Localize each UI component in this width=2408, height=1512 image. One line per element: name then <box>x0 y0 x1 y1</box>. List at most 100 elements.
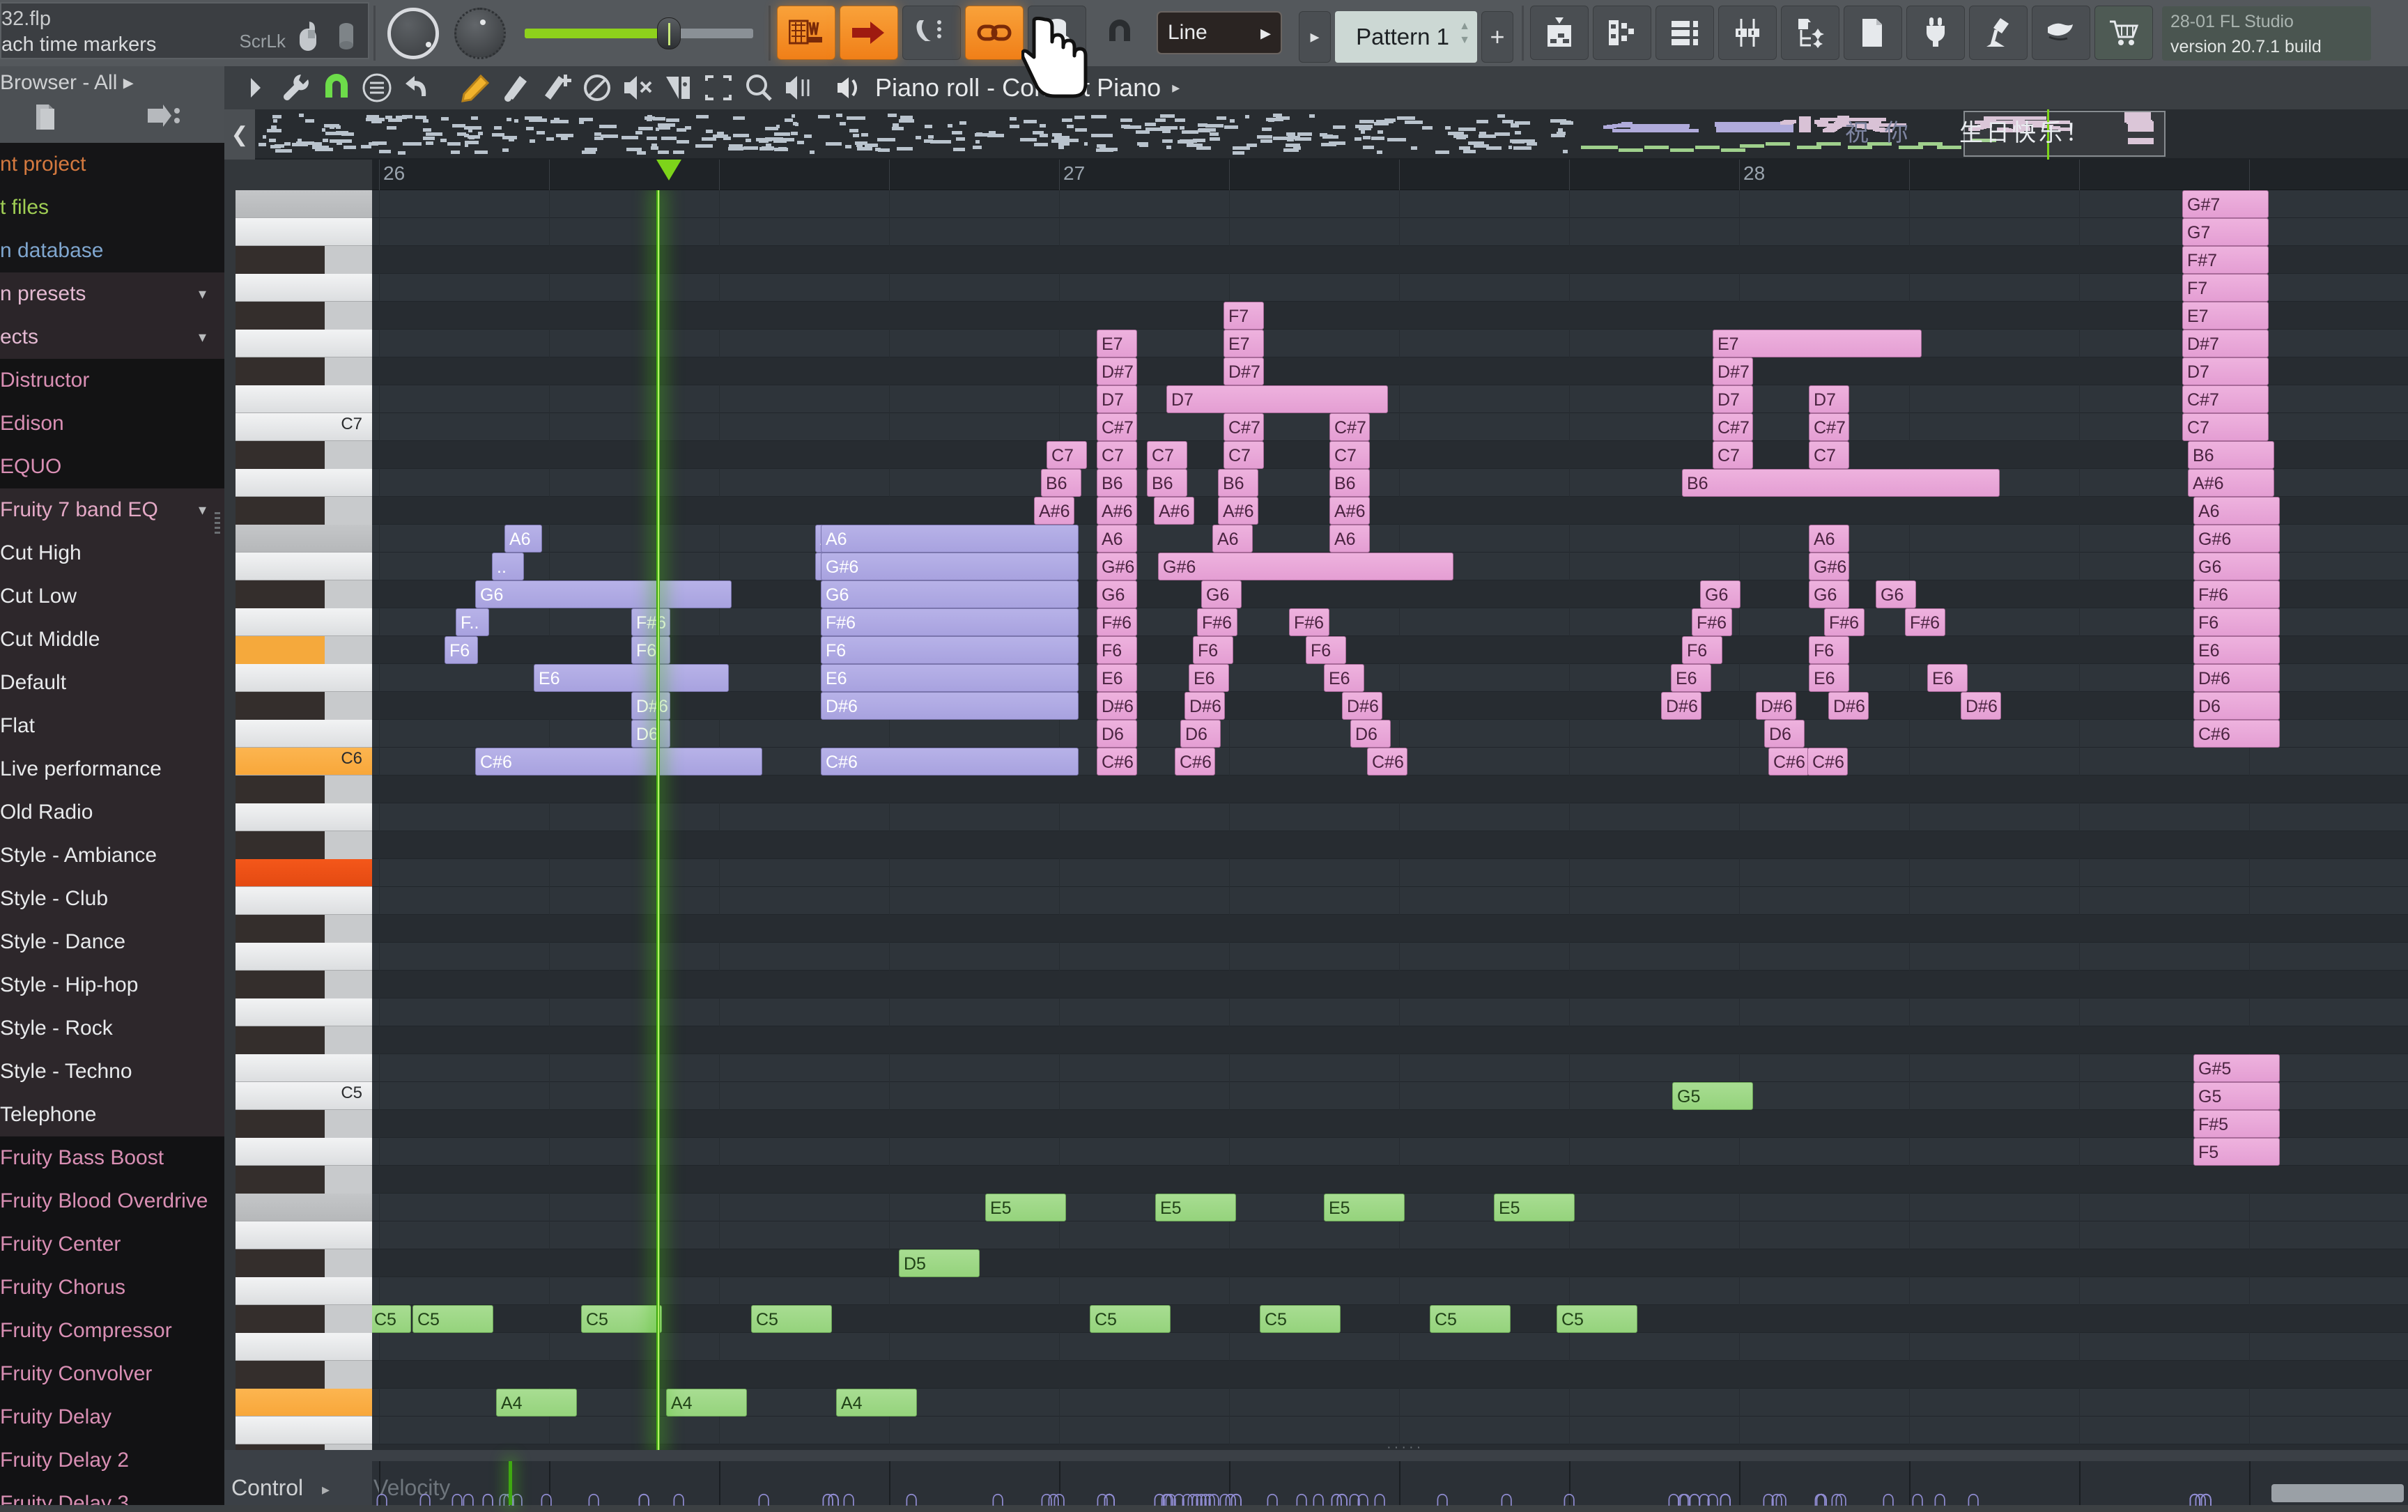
grid-row[interactable] <box>372 998 2408 1026</box>
browser-item[interactable]: Fruity Center <box>0 1223 224 1266</box>
piano-roll-note[interactable]: C#7 <box>1224 413 1264 441</box>
piano-roll-note[interactable]: E6 <box>1927 664 1968 692</box>
velocity-marker[interactable]: ∩ <box>1434 1485 1451 1512</box>
channel-rack-button[interactable] <box>1656 6 1714 60</box>
velocity-marker[interactable]: ∩ <box>538 1485 555 1512</box>
browser-item[interactable]: Style - Dance <box>0 920 224 964</box>
piano-roll-note[interactable]: D#6 <box>1661 692 1701 720</box>
piano-roll-note[interactable]: A#6 <box>1218 497 1258 525</box>
piano-key-black[interactable] <box>236 441 325 469</box>
piano-roll-note[interactable]: B6 <box>1682 469 2000 497</box>
piano-roll-note[interactable]: C7 <box>2182 413 2269 441</box>
grid-row[interactable] <box>372 330 2408 357</box>
piano-key-white[interactable] <box>236 608 372 636</box>
grid-row[interactable] <box>372 246 2408 274</box>
piano-roll-note[interactable]: G6 <box>1201 580 1242 608</box>
velocity-marker[interactable]: ∩ <box>373 1485 390 1512</box>
shop-button[interactable] <box>2094 6 2153 60</box>
grid-row[interactable] <box>372 525 2408 553</box>
velocity-marker[interactable]: ∩ <box>825 1485 842 1512</box>
piano-roll-note[interactable]: C5 <box>1260 1305 1341 1333</box>
velocity-marker[interactable]: ∩ <box>1561 1485 1577 1512</box>
piano-roll-note[interactable]: C5 <box>581 1305 662 1333</box>
piano-roll-note[interactable]: D#6 <box>1961 692 2001 720</box>
overview-back-button[interactable]: ❮ <box>224 109 255 160</box>
piano-key-black[interactable] <box>236 776 325 803</box>
browser-button[interactable] <box>1781 6 1839 60</box>
browser-item[interactable]: Fruity Compressor <box>0 1309 224 1352</box>
playhead-marker[interactable] <box>656 160 681 180</box>
master-pitch-knob[interactable] <box>447 0 514 66</box>
grid-row[interactable] <box>372 1361 2408 1389</box>
grid-row[interactable] <box>372 1082 2408 1110</box>
piano-key-white[interactable] <box>236 1194 372 1221</box>
velocity-marker[interactable]: ∩ <box>840 1485 857 1512</box>
list-menu-icon[interactable] <box>357 68 397 108</box>
piano-roll-note[interactable]: F#6 <box>1197 608 1237 636</box>
velocity-marker[interactable]: ∩ <box>585 1485 602 1512</box>
velocity-marker[interactable]: ∩ <box>449 1485 465 1512</box>
grid-row[interactable] <box>372 1277 2408 1305</box>
piano-roll-note[interactable]: A6 <box>821 525 1079 553</box>
piano-roll-note[interactable]: C5 <box>751 1305 832 1333</box>
piano-roll-note[interactable]: D#6 <box>1828 692 1869 720</box>
overview-strip[interactable]: ❮ 生日快乐！ 祝 你 <box>224 109 2408 160</box>
piano-roll-note[interactable]: E5 <box>1324 1194 1405 1221</box>
velocity-marker[interactable]: ∩ <box>479 1485 496 1512</box>
paint-brush-icon[interactable] <box>496 68 537 108</box>
piano-roll-note[interactable]: C#6 <box>821 748 1079 776</box>
piano-roll-note[interactable]: A6 <box>2193 497 2280 525</box>
piano-roll-note[interactable]: F6 <box>1193 636 1233 664</box>
piano-roll-note[interactable]: E5 <box>1155 1194 1236 1221</box>
browser-item[interactable]: n presets ▾ <box>0 272 224 316</box>
piano-roll-note[interactable]: D7 <box>1809 385 1849 413</box>
piano-roll-note[interactable]: E6 <box>1671 664 1711 692</box>
grid-row[interactable] <box>372 385 2408 413</box>
grid-row[interactable] <box>372 692 2408 720</box>
browser-panel[interactable]: Browser - All ▸ nt project t files n datab… <box>0 66 224 1505</box>
piano-roll-note[interactable]: B6 <box>1329 469 1370 497</box>
piano-roll-note[interactable]: F#5 <box>2193 1110 2280 1138</box>
velocity-marker[interactable]: ∩ <box>1179 1485 1196 1512</box>
browser-item[interactable]: Old Radio <box>0 791 224 834</box>
piano-roll-note[interactable]: E5 <box>985 1194 1066 1221</box>
piano-roll-note[interactable]: B6 <box>1218 469 1258 497</box>
piano-key-black[interactable] <box>236 692 325 720</box>
piano-roll-note[interactable]: D#6 <box>821 692 1079 720</box>
delete-tool-icon[interactable] <box>577 68 617 108</box>
browser-item[interactable]: n database <box>0 229 224 272</box>
piano-roll-note[interactable]: C7 <box>1097 441 1137 469</box>
piano-roll-note[interactable]: D6 <box>1764 720 1805 748</box>
piano-roll-note[interactable]: E5 <box>1494 1194 1575 1221</box>
piano-roll-note[interactable]: E7 <box>1713 330 1922 357</box>
piano-roll-note[interactable]: C7 <box>1047 441 1087 469</box>
piano-key-black[interactable] <box>236 1026 325 1054</box>
browser-item[interactable]: Style - Ambiance <box>0 834 224 877</box>
grid-row[interactable] <box>372 1110 2408 1138</box>
piano-roll-note[interactable]: D#6 <box>1342 692 1382 720</box>
browser-item[interactable]: Fruity Delay 3 <box>0 1482 224 1505</box>
piano-roll-note[interactable]: .. <box>492 553 524 580</box>
piano-roll-note[interactable]: D6 <box>1350 720 1391 748</box>
piano-roll-note[interactable]: C#6 <box>1367 748 1407 776</box>
velocity-marker[interactable]: ∩ <box>989 1485 1006 1512</box>
piano-roll-note[interactable]: A6 <box>504 525 542 553</box>
piano-key-white[interactable] <box>236 1221 372 1249</box>
velocity-marker[interactable]: ∩ <box>1676 1485 1693 1512</box>
piano-roll-note[interactable]: C#7 <box>1713 413 1753 441</box>
browser-item-list[interactable]: nt project t files n database n presets ▾ ect… <box>0 143 224 1505</box>
piano-roll-note[interactable]: C5 <box>372 1305 411 1333</box>
piano-key-white[interactable] <box>236 218 372 246</box>
piano-roll-note[interactable]: F6 <box>821 636 1079 664</box>
piano-roll-note[interactable]: A#6 <box>1154 497 1194 525</box>
piano-roll-note[interactable]: D5 <box>899 1249 980 1277</box>
velocity-marker[interactable]: ∩ <box>1293 1485 1310 1512</box>
browser-item[interactable]: Style - Rock <box>0 1007 224 1050</box>
piano-roll-note[interactable]: D#6 <box>2193 664 2280 692</box>
grid-row[interactable] <box>372 943 2408 971</box>
browser-item[interactable]: t files <box>0 186 224 229</box>
chevron-down-icon[interactable]: ▾ <box>199 272 206 316</box>
piano-roll-note[interactable]: A#6 <box>1034 497 1074 525</box>
grid-row[interactable] <box>372 190 2408 218</box>
velocity-marker[interactable]: ∩ <box>903 1485 920 1512</box>
